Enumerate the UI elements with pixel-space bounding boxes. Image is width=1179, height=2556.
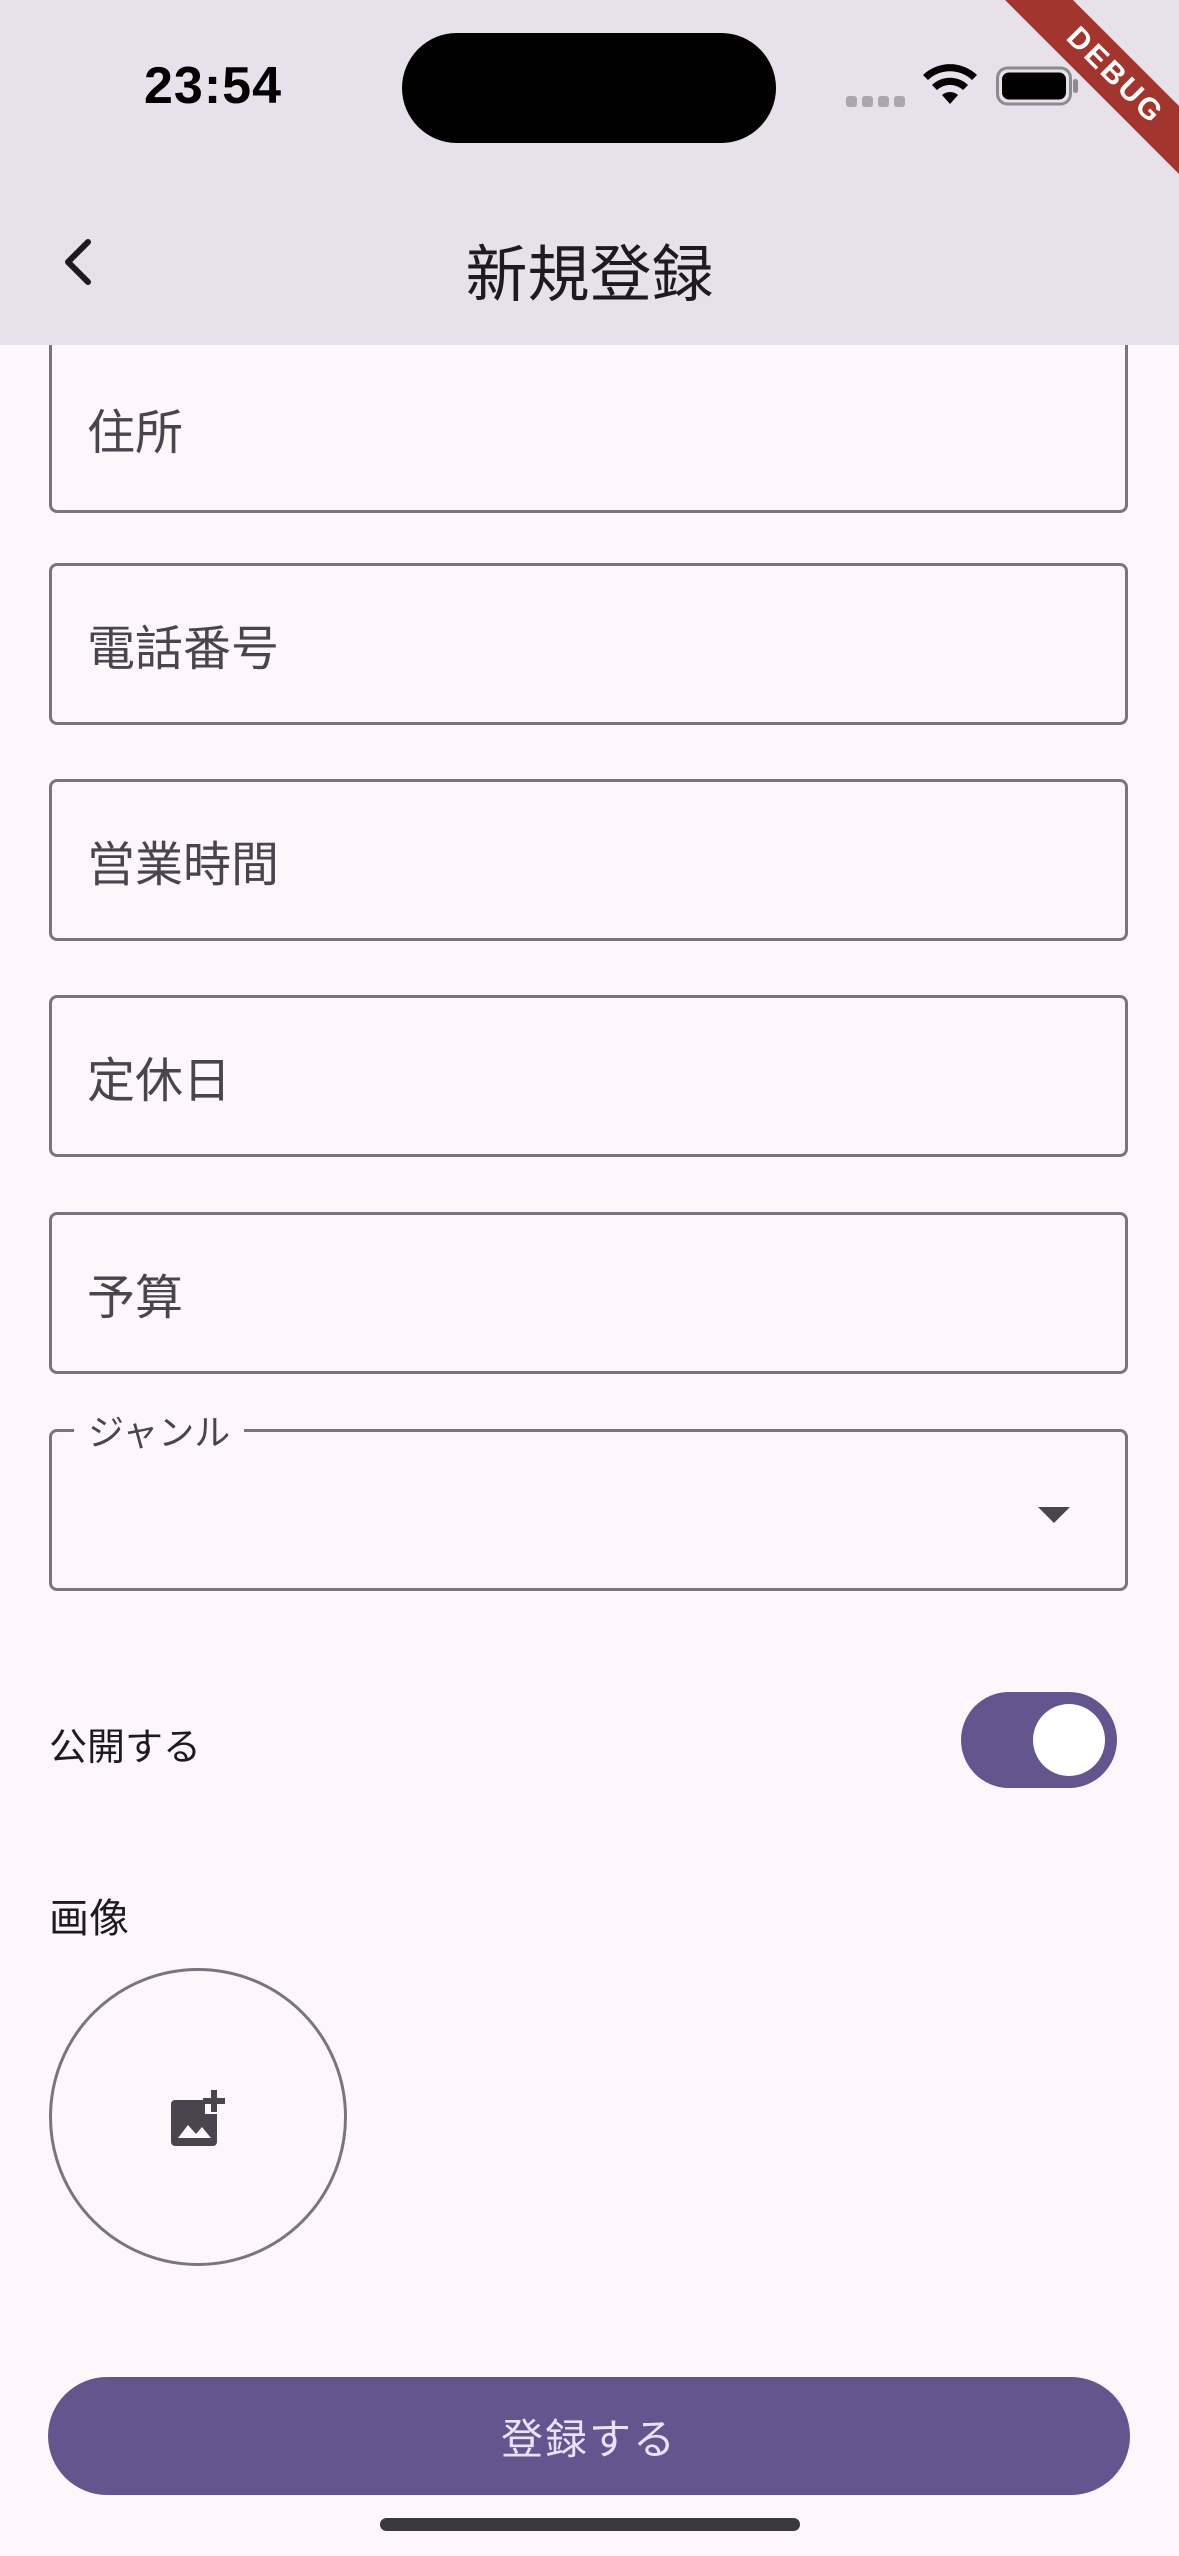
debug-banner-label: DEBUG xyxy=(999,0,1179,180)
budget-placeholder: 予算 xyxy=(87,1270,184,1326)
holiday-field[interactable]: 定休日 xyxy=(49,995,1128,1157)
submit-button[interactable]: 登録する xyxy=(48,2377,1130,2495)
dropdown-arrow-icon xyxy=(1038,1507,1070,1523)
home-indicator xyxy=(380,2518,800,2531)
image-picker[interactable] xyxy=(49,1968,347,2266)
public-label: 公開する xyxy=(49,1725,202,1769)
public-switch[interactable] xyxy=(961,1692,1117,1788)
address-placeholder: 住所 xyxy=(87,404,184,461)
add-photo-icon xyxy=(171,2090,225,2146)
page-title: 新規登録 xyxy=(465,238,714,311)
genre-dropdown[interactable]: ジャンル xyxy=(49,1404,1128,1591)
budget-field[interactable]: 予算 xyxy=(49,1212,1128,1374)
address-field[interactable]: 住所 xyxy=(49,345,1128,513)
holiday-placeholder: 定休日 xyxy=(87,1053,232,1109)
status-time: 23:54 xyxy=(144,57,282,115)
image-section-label: 画像 xyxy=(49,1896,129,1942)
phone-field[interactable]: 電話番号 xyxy=(49,563,1128,725)
phone-placeholder: 電話番号 xyxy=(87,621,280,677)
genre-label: ジャンル xyxy=(74,1404,245,1456)
dynamic-island xyxy=(402,33,776,143)
app-bar: 新規登録 xyxy=(0,180,1179,345)
wifi-icon xyxy=(923,64,977,104)
switch-knob xyxy=(1033,1704,1105,1776)
business-hours-field[interactable]: 営業時間 xyxy=(49,779,1128,941)
debug-banner: DEBUG xyxy=(999,0,1179,180)
public-toggle-row: 公開する xyxy=(49,1692,1128,1792)
cellular-signal-icon xyxy=(846,96,906,108)
business-hours-placeholder: 営業時間 xyxy=(87,837,280,893)
